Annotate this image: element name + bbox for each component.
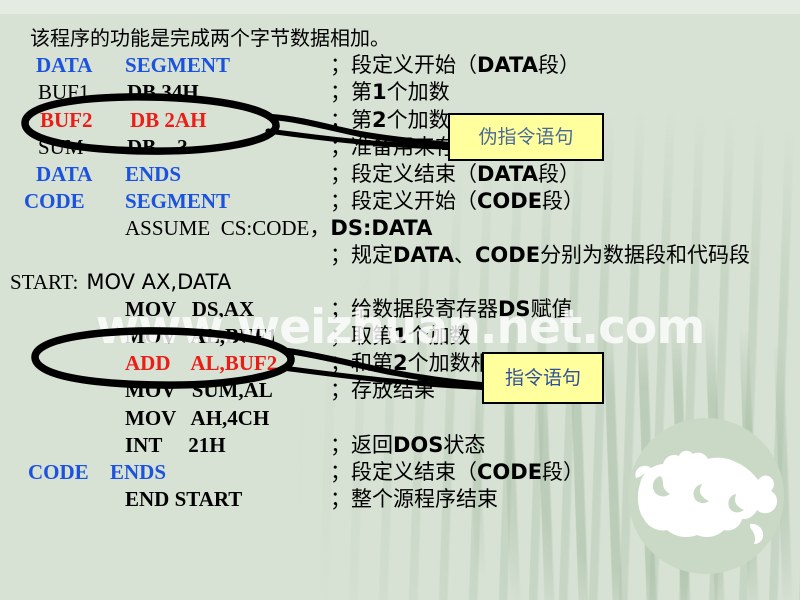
comment-3-c: 个加数 bbox=[386, 108, 450, 132]
top-band bbox=[0, 0, 800, 14]
assume-ds-data: DS:DATA bbox=[330, 216, 433, 240]
code-comment-1: ；段定义开始（DATA段） bbox=[330, 55, 580, 76]
code-line-op-16: ENDS bbox=[110, 460, 167, 484]
comment-11-a: ；取第 bbox=[330, 324, 393, 348]
comment-3-b: 2 bbox=[372, 108, 387, 132]
callout-pseudo-instruction: 伪指令语句 bbox=[448, 113, 604, 161]
code-comment-17: ；整个源程序结束 bbox=[330, 487, 498, 511]
code-line-op-4: DB ? bbox=[127, 135, 188, 159]
comment-3-a: ；第 bbox=[330, 108, 372, 132]
code-comment-3: ；第2个加数 bbox=[330, 110, 450, 131]
comment-2-b: 1 bbox=[372, 80, 387, 104]
code-line-label-6: CODE bbox=[24, 189, 85, 213]
code-line-op-3: DB 2AH bbox=[130, 108, 207, 132]
assembly-code-listing: DATA SEGMENT ；段定义开始（DATA段） BUF1 DB 34H ；… bbox=[0, 0, 800, 600]
code-comment-11: ；取第1个加数 bbox=[330, 326, 471, 347]
comment-11-b: 1 bbox=[393, 324, 408, 348]
code-comment-2: ；第1个加数 bbox=[330, 82, 450, 103]
code-comment-13: ；存放结果 bbox=[330, 378, 435, 402]
code-comment-10: ；给数据段寄存器DS赋值 bbox=[330, 299, 573, 320]
code-line-op-12: ADD AL,BUF2 bbox=[125, 351, 278, 375]
code-line-label-2: BUF1 bbox=[38, 80, 90, 104]
code-line-label-5: DATA bbox=[36, 162, 93, 186]
background-texture-secondary bbox=[430, 300, 800, 600]
code-comment-6: ；段定义开始（CODE段） bbox=[330, 191, 584, 212]
comment-10-a: ；给数据段寄存器 bbox=[330, 297, 498, 321]
code-line-label-1: DATA bbox=[36, 53, 93, 77]
comment-11-c: 个加数 bbox=[407, 324, 471, 348]
code-line-op-5: ENDS bbox=[125, 162, 182, 186]
code-line-op-1: SEGMENT bbox=[125, 53, 231, 77]
comment-1-b: DATA bbox=[477, 53, 539, 77]
ink-annotation-pseudo bbox=[21, 93, 495, 391]
comment-16-a: ；段定义结束（ bbox=[330, 460, 477, 484]
code-line-op-11: MOV AL,BUF1 bbox=[125, 324, 278, 348]
dragon-motif-icon bbox=[635, 450, 778, 544]
code-comment-5: ；段定义结束（DATA段） bbox=[330, 164, 580, 185]
code-comment-15: ；返回DOS状态 bbox=[330, 435, 485, 456]
code-line-op-13: MOV SUM,AL bbox=[125, 378, 273, 402]
site-watermark: www.weizhuan.net.com bbox=[95, 300, 706, 355]
code-line-op-15: INT 21H bbox=[125, 433, 226, 457]
code-line-op-10: MOV DS,AX bbox=[125, 297, 255, 321]
comment-2-a: ；第 bbox=[330, 80, 372, 104]
comment-12-a: ；和第 bbox=[330, 351, 393, 375]
start-op: MOV AX,DATA bbox=[86, 270, 232, 294]
comment-12-b: 2 bbox=[393, 351, 408, 375]
code-comment-8: ；规定DATA、CODE分别为数据段和代码段 bbox=[330, 245, 750, 266]
page-title: 该程序的功能是完成两个字节数据相加。 bbox=[30, 26, 390, 50]
comment-16-c: 段） bbox=[542, 460, 585, 484]
code-line-label-9: START: MOV AX,DATA bbox=[10, 272, 231, 293]
comment-8-e: 分别为数据段和代码段 bbox=[540, 243, 751, 267]
decorative-circle bbox=[628, 418, 784, 574]
code-line-op-7: ASSUME CS:CODE，DS:DATA bbox=[125, 218, 432, 239]
background-texture bbox=[0, 0, 800, 600]
comment-5-b: DATA bbox=[477, 162, 539, 186]
comment-6-a: ；段定义开始（ bbox=[330, 189, 477, 213]
comment-6-b: CODE bbox=[477, 189, 543, 213]
comment-10-b: DS bbox=[498, 297, 531, 321]
start-label: START: bbox=[10, 270, 79, 294]
code-line-op-2: DB 34H bbox=[127, 80, 199, 104]
comment-8-d: CODE bbox=[475, 243, 541, 267]
code-line-op-14: MOV AH,4CH bbox=[125, 406, 270, 430]
comment-2-c: 个加数 bbox=[386, 80, 450, 104]
comment-5-a: ；段定义结束（ bbox=[330, 162, 477, 186]
assume-directive-text: ASSUME CS:CODE， bbox=[125, 216, 331, 240]
code-line-op-6: SEGMENT bbox=[125, 189, 231, 213]
comment-15-a: ；返回 bbox=[330, 433, 393, 457]
code-line-op-17: END START bbox=[125, 487, 243, 511]
comment-6-c: 段） bbox=[542, 189, 585, 213]
comment-15-c: 状态 bbox=[443, 433, 486, 457]
slide-canvas: 该程序的功能是完成两个字节数据相加。 DATA SEGMENT ；段定义开始（D… bbox=[0, 0, 800, 600]
code-line-label-4: SUM bbox=[38, 135, 84, 159]
comment-1-a: ；段定义开始（ bbox=[330, 53, 477, 77]
comment-8-c: 、 bbox=[454, 243, 476, 267]
comment-8-b: DATA bbox=[393, 243, 455, 267]
comment-16-b: CODE bbox=[477, 460, 543, 484]
comment-5-c: 段） bbox=[538, 162, 581, 186]
comment-8-a: ；规定 bbox=[330, 243, 393, 267]
code-comment-16: ；段定义结束（CODE段） bbox=[330, 462, 584, 483]
comment-1-c: 段） bbox=[538, 53, 581, 77]
comment-10-c: 赋值 bbox=[530, 297, 573, 321]
callout-instruction: 指令语句 bbox=[482, 352, 604, 404]
code-line-label-3: BUF2 bbox=[40, 108, 93, 132]
comment-15-b: DOS bbox=[393, 433, 444, 457]
code-line-label-16: CODE bbox=[28, 460, 89, 484]
